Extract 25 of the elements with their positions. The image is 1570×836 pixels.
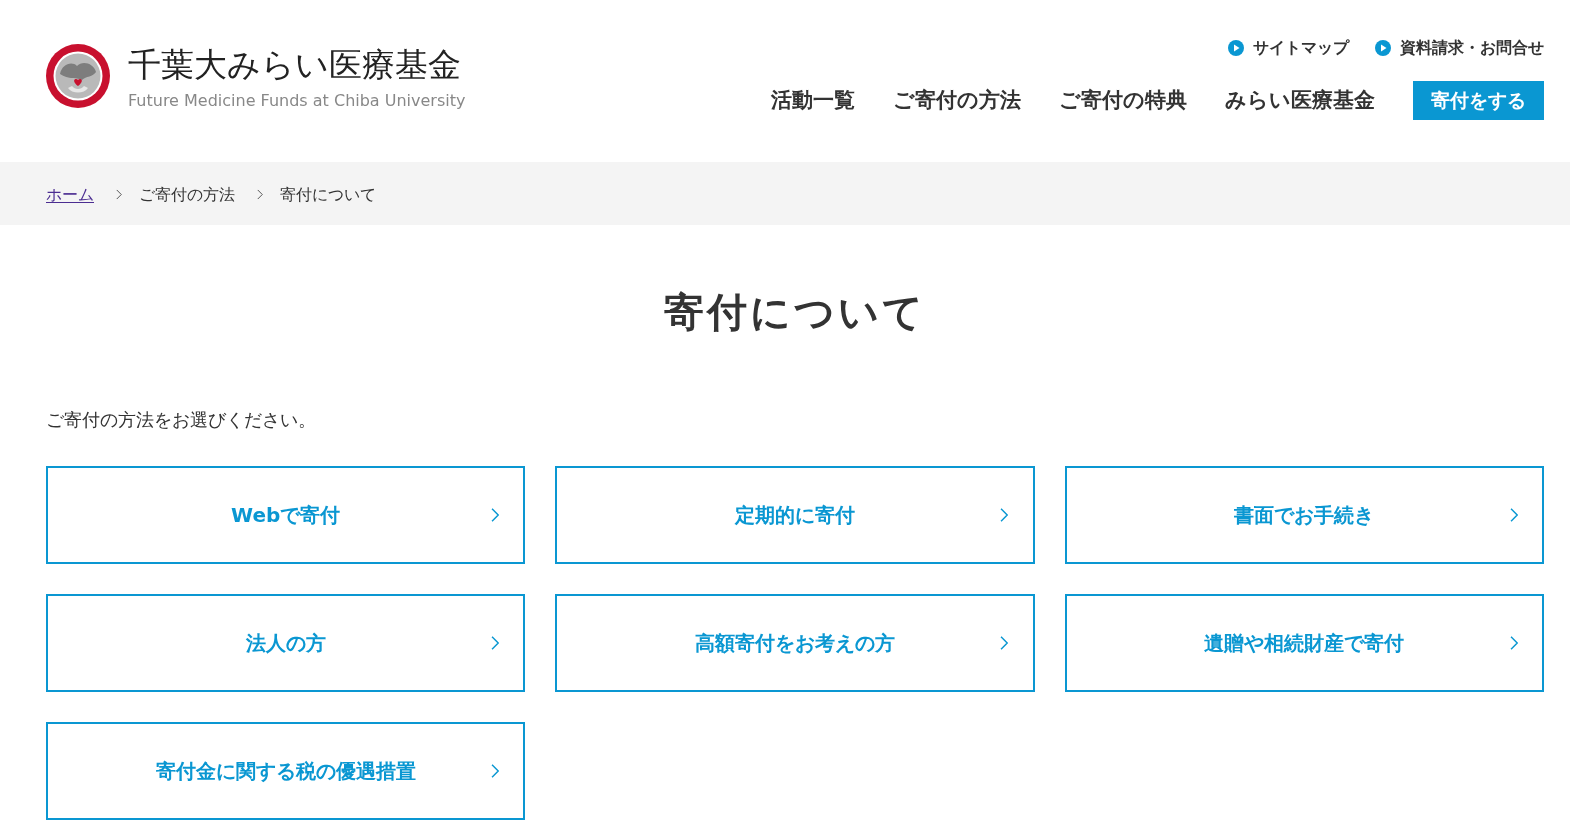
nav-link[interactable]: ご寄付の特典	[1059, 84, 1187, 117]
play-circle-icon	[1228, 40, 1244, 56]
chevron-right-icon	[491, 507, 500, 523]
site-title[interactable]: 千葉大みらい医療基金	[128, 46, 466, 84]
utility-link[interactable]: 資料請求・お問合せ	[1375, 36, 1544, 60]
utility-link[interactable]: サイトマップ	[1228, 36, 1349, 60]
intro-text: ご寄付の方法をお選びください。	[46, 408, 317, 432]
chevron-right-icon	[116, 189, 123, 200]
site-subtitle: Future Medicine Funds at Chiba University	[128, 91, 466, 111]
nav-link[interactable]: みらい医療基金	[1225, 84, 1375, 117]
nav-link[interactable]: 活動一覧	[771, 84, 855, 117]
chevron-right-icon	[1000, 635, 1009, 651]
chevron-right-icon	[1509, 635, 1518, 651]
breadcrumb-text: ご寄付の方法	[139, 183, 236, 206]
nav-link[interactable]: ご寄付の方法	[893, 84, 1021, 117]
page-title: 寄付について	[664, 288, 926, 337]
breadcrumb-link[interactable]: ホーム	[46, 182, 94, 207]
chevron-right-icon	[491, 763, 500, 779]
breadcrumb-text: 寄付について	[280, 183, 377, 206]
play-circle-icon	[1375, 40, 1391, 56]
emblem-logo[interactable]	[46, 44, 110, 108]
chevron-right-icon	[257, 189, 264, 200]
chevron-right-icon	[491, 635, 500, 651]
chevron-right-icon	[1000, 507, 1009, 523]
chevron-right-icon	[1509, 507, 1518, 523]
